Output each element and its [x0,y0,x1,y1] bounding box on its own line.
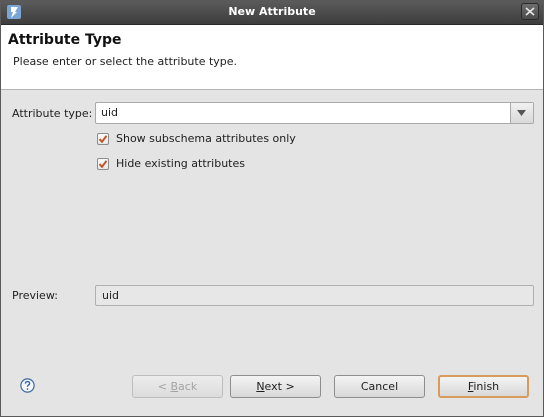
chevron-down-icon [517,110,526,116]
back-button[interactable]: < Back [132,375,223,398]
attribute-type-label: Attribute type: [12,107,93,120]
close-button[interactable] [521,3,539,20]
next-button[interactable]: Next > [230,375,321,398]
window-title: New Attribute [228,5,316,18]
preview-label: Preview: [12,289,58,302]
checkmark-icon [99,135,107,143]
title-bar[interactable]: New Attribute [1,1,543,25]
wizard-banner: Attribute Type Please enter or select th… [1,25,543,90]
cancel-button[interactable]: Cancel [334,375,425,398]
hide-existing-label[interactable]: Hide existing attributes [116,157,245,170]
preview-field: uid [95,285,534,306]
attribute-type-combo[interactable]: uid [95,102,534,124]
close-icon [525,7,535,16]
attribute-type-dropdown-button[interactable] [510,103,533,123]
preview-value: uid [102,289,120,302]
page-title: Attribute Type [8,32,122,48]
finish-button[interactable]: Finish [438,375,529,398]
attribute-type-input[interactable]: uid [101,106,118,119]
dialog-window: New Attribute Attribute Type Please ente… [0,0,544,417]
page-description: Please enter or select the attribute typ… [13,55,238,68]
show-subschema-label[interactable]: Show subschema attributes only [116,132,296,145]
hide-existing-checkbox[interactable] [97,158,109,170]
checkmark-icon [99,160,107,168]
show-subschema-checkbox[interactable] [97,133,109,145]
help-icon[interactable] [20,378,35,393]
